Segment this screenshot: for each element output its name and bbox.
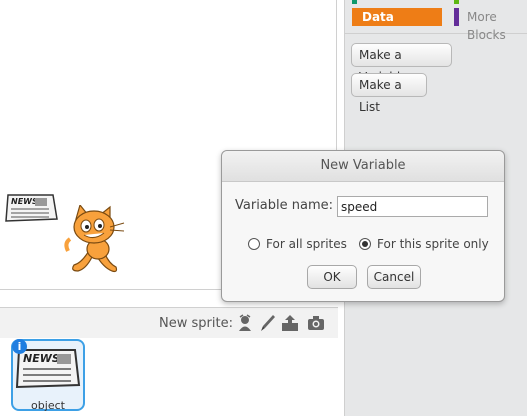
svg-text:NEWS: NEWS	[11, 197, 38, 206]
camera-icon[interactable]	[307, 314, 325, 332]
for-this-sprite-only-label[interactable]: For this sprite only	[377, 237, 489, 251]
svg-text:NEWS: NEWS	[23, 352, 60, 365]
category-more-blocks[interactable]: More Blocks	[454, 8, 527, 42]
operators-category-marker	[454, 0, 459, 4]
newspaper-sprite[interactable]: NEWS	[5, 193, 58, 223]
ok-button[interactable]: OK	[307, 265, 357, 289]
sprite-bar: New sprite:	[0, 307, 338, 339]
variable-name-label: Variable name:	[235, 198, 334, 213]
newspaper-thumbnail-image: NEWS	[15, 349, 81, 389]
sprite-name-label: object	[31, 399, 65, 412]
new-sprite-label: New sprite:	[159, 316, 233, 331]
pen-category-marker	[352, 0, 357, 4]
dialog-title[interactable]: New Variable	[222, 151, 504, 182]
brush-icon[interactable]	[259, 314, 277, 332]
sprite-info-icon[interactable]: i	[12, 339, 27, 354]
for-all-sprites-label[interactable]: For all sprites	[266, 237, 347, 251]
cat-sprite[interactable]	[64, 205, 130, 277]
variable-name-input[interactable]	[337, 196, 488, 217]
make-variable-button[interactable]: Make a Variable	[351, 43, 452, 84]
make-list-button[interactable]: Make a List	[351, 73, 427, 114]
radio-for-all-sprites[interactable]	[248, 238, 260, 250]
radio-for-this-sprite-only[interactable]	[359, 238, 371, 250]
upload-icon[interactable]	[281, 314, 299, 332]
cancel-button[interactable]: Cancel	[367, 265, 421, 289]
paint-new-sprite-icon[interactable]	[236, 314, 254, 332]
category-data[interactable]: Data	[352, 8, 442, 26]
new-variable-dialog: New Variable Variable name: For all spri…	[221, 150, 505, 302]
